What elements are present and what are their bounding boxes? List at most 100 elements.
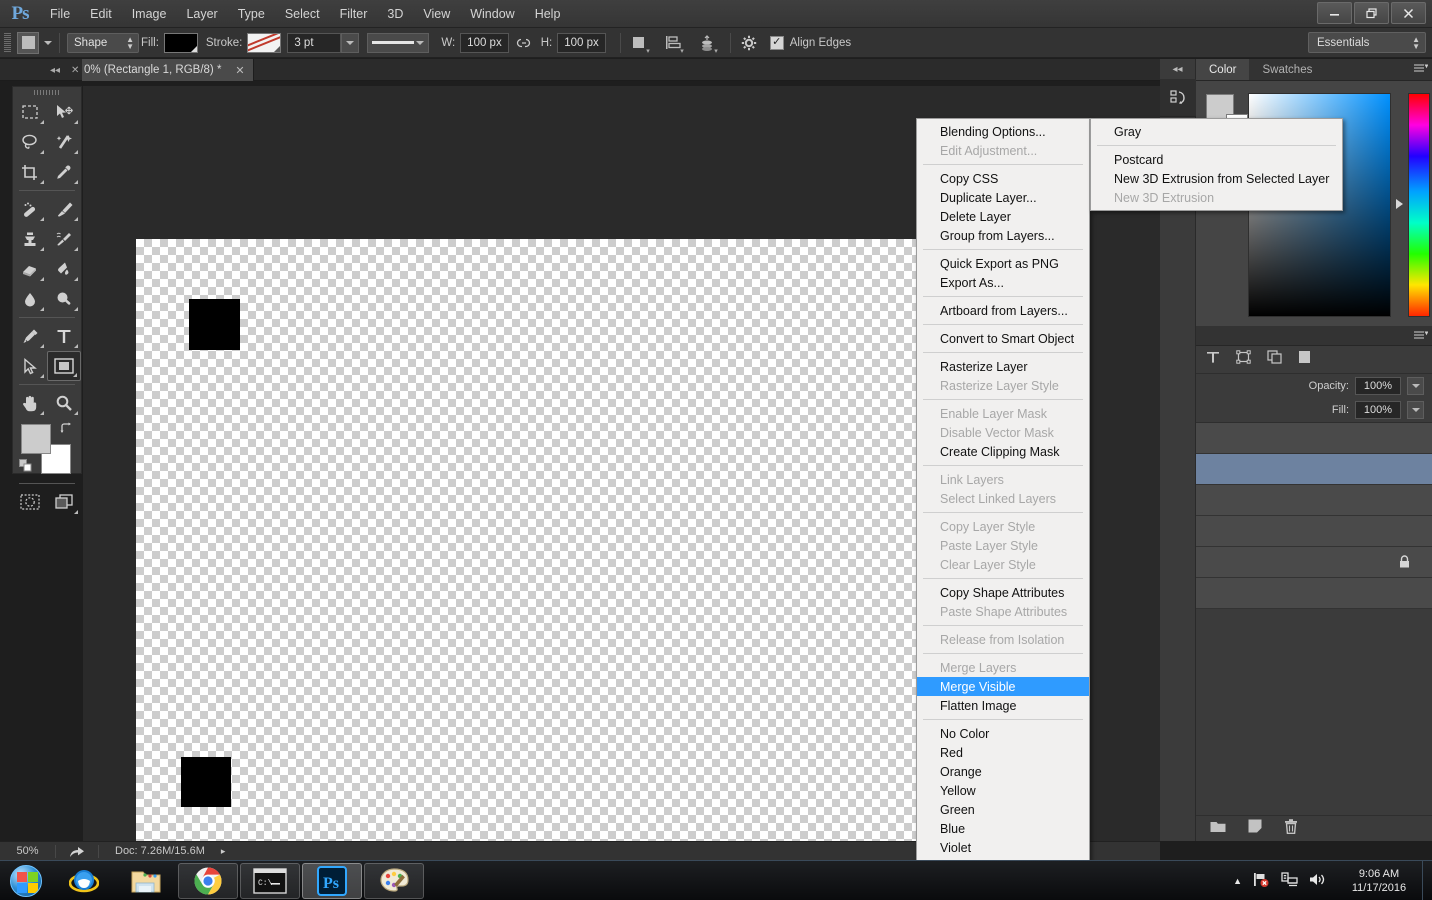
collapse-icon[interactable]: ◂◂ <box>50 65 60 76</box>
default-colors-icon[interactable] <box>19 459 33 478</box>
layer-context-menu[interactable]: Blending Options... Edit Adjustment... Cop… <box>916 118 1090 861</box>
hand-tool[interactable] <box>13 388 47 418</box>
menu-item-duplicate-layer[interactable]: Duplicate Layer... <box>917 188 1089 207</box>
layer-row[interactable] <box>1196 578 1432 609</box>
action-center-icon[interactable] <box>1281 872 1298 890</box>
menu-item-no-color[interactable]: No Color <box>917 724 1089 743</box>
tab-swatches[interactable]: Swatches <box>1249 59 1325 80</box>
menu-item-artboard-from-layers[interactable]: Artboard from Layers... <box>917 301 1089 320</box>
pen-tool[interactable] <box>13 321 47 351</box>
gradient-tool[interactable] <box>47 254 81 284</box>
magic-wand-tool[interactable] <box>47 127 81 157</box>
show-hidden-icons-icon[interactable]: ▲ <box>1233 876 1242 886</box>
spot-healing-brush-tool[interactable] <box>13 194 47 224</box>
zoom-level[interactable]: 50% <box>0 845 55 857</box>
background-layer-row[interactable] <box>1196 547 1432 578</box>
stroke-style-select[interactable] <box>367 32 430 53</box>
layer-row[interactable] <box>1196 423 1432 454</box>
menu-item-convert-to-smart-object[interactable]: Convert to Smart Object <box>917 329 1089 348</box>
menu-item-orange[interactable]: Orange <box>917 762 1089 781</box>
document-tab-close-icon[interactable]: ✕ <box>235 64 244 77</box>
show-desktop-button[interactable] <box>1422 861 1432 900</box>
network-error-icon[interactable] <box>1253 872 1270 890</box>
volume-icon[interactable] <box>1309 872 1326 890</box>
height-input[interactable]: 100 px <box>557 32 606 53</box>
foreground-color-chip[interactable] <box>21 424 51 454</box>
document-tab[interactable]: 0% (Rectangle 1, RGB/8) * ✕ <box>82 59 254 81</box>
rectangle-1[interactable] <box>189 299 240 350</box>
clone-stamp-tool[interactable] <box>13 224 47 254</box>
shape-mode-select[interactable]: Shape ▲ ▼ <box>67 32 139 53</box>
options-bar-grip[interactable] <box>4 32 11 53</box>
share-icon[interactable] <box>56 845 98 858</box>
fill-input[interactable]: 100% <box>1355 401 1401 419</box>
screen-mode-icon[interactable] <box>47 487 81 517</box>
align-edges-checkbox[interactable]: ✓ <box>769 35 784 50</box>
menu-image[interactable]: Image <box>122 0 177 28</box>
eraser-tool[interactable] <box>13 254 47 284</box>
tool-preset-chevron-down-icon[interactable] <box>44 40 52 45</box>
path-arrangement-icon[interactable]: ▾ <box>696 32 718 55</box>
taskbar-google-chrome[interactable] <box>178 862 238 899</box>
toolbox-grip[interactable] <box>13 87 81 97</box>
menu-3d[interactable]: 3D <box>377 0 413 28</box>
layer-row-selected[interactable] <box>1196 454 1432 485</box>
menu-layer[interactable]: Layer <box>176 0 227 28</box>
opacity-input[interactable]: 100% <box>1355 377 1401 395</box>
menu-edit[interactable]: Edit <box>80 0 122 28</box>
rectangle-2[interactable] <box>181 757 231 807</box>
status-expand-icon[interactable]: ▸ <box>221 846 226 857</box>
type-filter-icon[interactable] <box>1206 350 1220 369</box>
taskbar-internet-explorer[interactable] <box>54 863 114 899</box>
menu-item-blue[interactable]: Blue <box>917 819 1089 838</box>
type-tool[interactable] <box>47 321 81 351</box>
restore-button[interactable] <box>1354 2 1389 24</box>
dodge-tool[interactable] <box>47 284 81 314</box>
submenu-item-postcard[interactable]: Postcard <box>1091 150 1342 169</box>
submenu-item-new-3d-extrusion-from-selected-layer[interactable]: New 3D Extrusion from Selected Layer <box>1091 169 1342 188</box>
menu-item-delete-layer[interactable]: Delete Layer <box>917 207 1089 226</box>
panel-menu-icon[interactable] <box>1414 331 1429 344</box>
minimize-button[interactable] <box>1317 2 1352 24</box>
menu-window[interactable]: Window <box>460 0 524 28</box>
rectangle-tool[interactable] <box>46 351 81 381</box>
menu-item-flatten-image[interactable]: Flatten Image <box>917 696 1089 715</box>
taskbar-clock[interactable]: 9:06 AM 11/17/2016 <box>1336 867 1422 895</box>
taskbar-paint[interactable] <box>364 862 424 899</box>
quick-mask-icon[interactable] <box>13 487 47 517</box>
rectangular-marquee-tool[interactable] <box>13 97 47 127</box>
menu-item-group-from-layers[interactable]: Group from Layers... <box>917 226 1089 245</box>
history-panel-icon[interactable] <box>1160 79 1196 117</box>
shape-filter-icon[interactable] <box>1236 350 1251 369</box>
new-group-icon[interactable] <box>1210 820 1226 838</box>
stroke-width-chevron-down-icon[interactable] <box>341 32 360 53</box>
eyedropper-tool[interactable] <box>47 157 81 187</box>
menu-item-export-as[interactable]: Export As... <box>917 273 1089 292</box>
layer-row[interactable] <box>1196 516 1432 547</box>
tab-color[interactable]: Color <box>1196 59 1250 80</box>
close-icon[interactable]: ✕ <box>71 65 79 76</box>
menu-select[interactable]: Select <box>275 0 330 28</box>
path-operations-icon[interactable]: ▾ <box>628 32 650 55</box>
menu-item-copy-css[interactable]: Copy CSS <box>917 169 1089 188</box>
panel-menu-icon[interactable] <box>1414 64 1429 77</box>
menu-item-red[interactable]: Red <box>917 743 1089 762</box>
smart-object-filter-icon[interactable] <box>1267 350 1282 369</box>
layer-row[interactable] <box>1196 485 1432 516</box>
menu-item-yellow[interactable]: Yellow <box>917 781 1089 800</box>
taskbar-command-prompt[interactable]: C:\ <box>240 862 300 899</box>
tab-collapse-controls[interactable]: ◂◂ ✕ <box>50 59 79 81</box>
lasso-tool[interactable] <box>13 127 47 157</box>
adjustment-filter-icon[interactable] <box>1298 350 1311 369</box>
swap-colors-icon[interactable] <box>60 422 73 438</box>
move-tool[interactable] <box>47 97 81 127</box>
menu-file[interactable]: File <box>40 0 80 28</box>
taskbar-file-explorer[interactable] <box>116 863 176 899</box>
layer-context-submenu[interactable]: Gray Postcard New 3D Extrusion from Select… <box>1090 118 1343 211</box>
menu-item-create-clipping-mask[interactable]: Create Clipping Mask <box>917 442 1089 461</box>
brush-tool[interactable] <box>47 194 81 224</box>
taskbar-adobe-photoshop[interactable]: Ps <box>302 862 362 899</box>
rectangle-tool-icon[interactable] <box>17 31 39 54</box>
dock-collapse-icon[interactable]: ◂◂ <box>1160 59 1195 79</box>
close-button[interactable] <box>1391 2 1426 24</box>
